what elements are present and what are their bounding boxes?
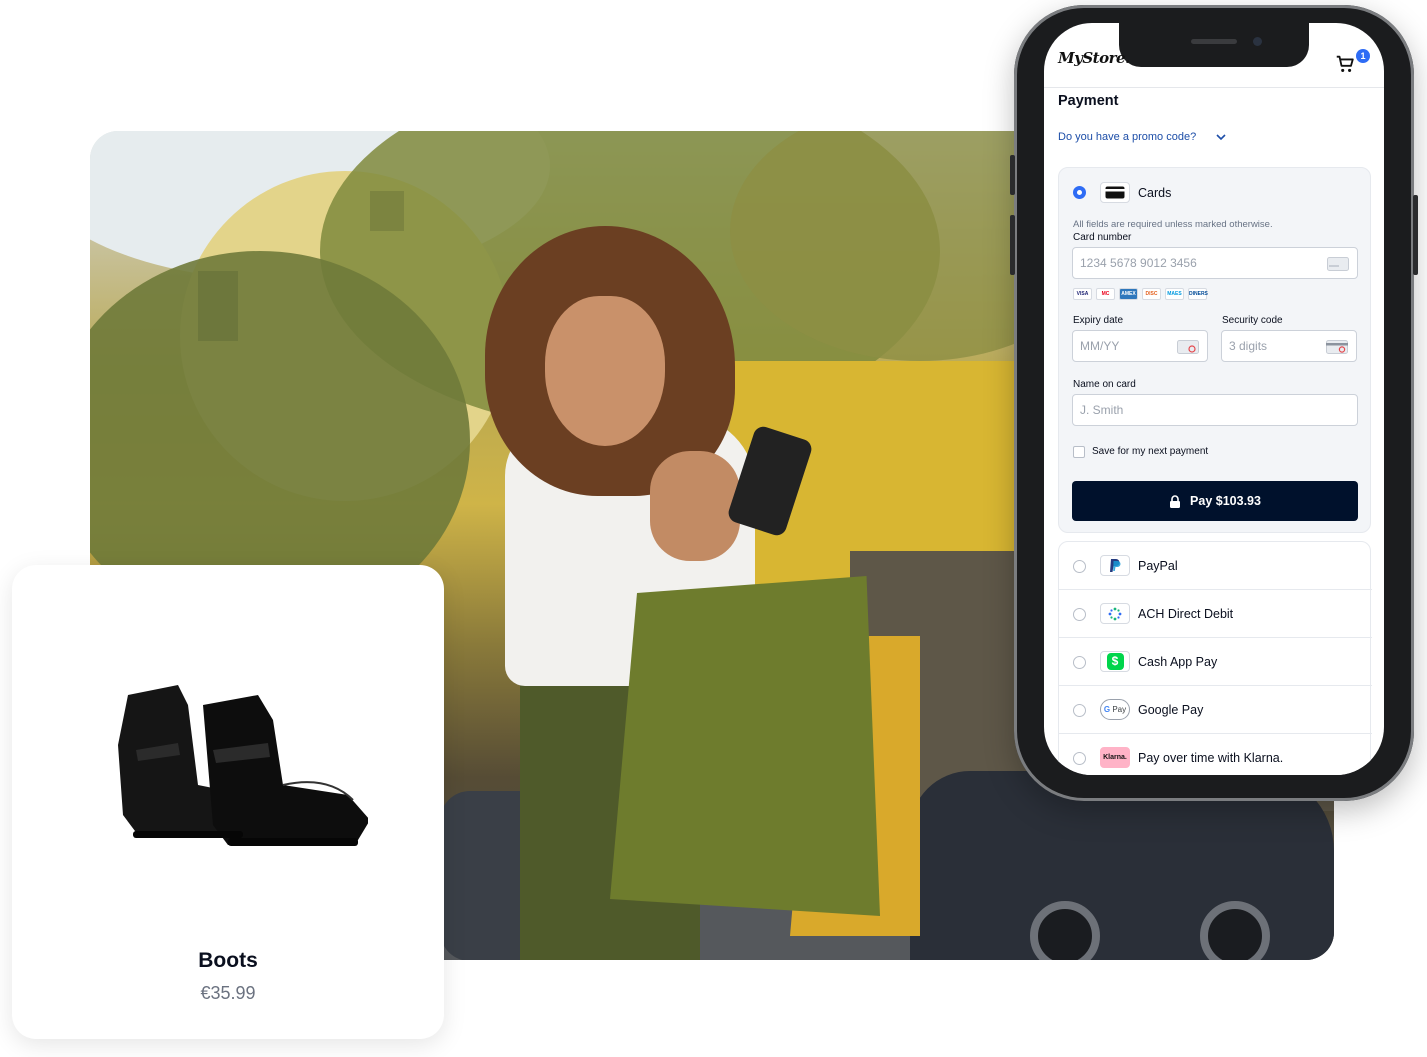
pay-button[interactable]: Pay $103.93 [1072,481,1358,521]
phone-side-button [1010,155,1015,195]
phone-camera [1253,37,1262,46]
phone-screen: MyStore. 1 Payment Do you have a promo c… [1044,23,1384,775]
phone-side-button [1413,195,1418,275]
cash-app-radio[interactable] [1073,656,1086,669]
phone-mockup: MyStore. 1 Payment Do you have a promo c… [1010,5,1418,801]
phone-notch [1119,23,1309,67]
security-code-placeholder: 3 digits [1229,339,1268,353]
expiry-label: Expiry date [1073,315,1124,326]
mastercard-icon: MC [1096,288,1115,300]
klarna-label: Pay over time with Klarna. [1138,751,1284,765]
card-placeholder-icon [1327,257,1349,271]
product-card[interactable]: Boots €35.99 [12,565,444,1039]
google-pay-radio[interactable] [1073,704,1086,717]
visa-icon: VISA [1073,288,1092,300]
phone-speaker [1191,39,1237,44]
promo-code-link[interactable]: Do you have a promo code? [1058,131,1196,143]
cart-count-badge: 1 [1356,49,1370,63]
maestro-icon: MAES [1165,288,1184,300]
google-pay-icon: G Pay [1100,699,1130,720]
security-code-label: Security code [1222,315,1283,326]
credit-card-icon [1100,182,1130,203]
payment-method-google-pay[interactable]: G Pay Google Pay [1059,686,1372,734]
store-logo[interactable]: MyStore. [1058,49,1130,67]
discover-icon: DISC [1142,288,1161,300]
payment-method-klarna[interactable]: Klarna. Pay over time with Klarna. [1059,734,1372,775]
paypal-icon [1100,555,1130,576]
ach-label: ACH Direct Debit [1138,607,1234,621]
paypal-label: PayPal [1138,559,1178,573]
expiry-placeholder: MM/YY [1080,339,1120,353]
save-payment-checkbox[interactable] [1073,446,1085,458]
save-payment-label[interactable]: Save for my next payment [1092,446,1208,457]
lock-icon [1170,494,1181,508]
woman-face [545,296,665,446]
name-on-card-label: Name on card [1073,379,1136,390]
cards-radio[interactable] [1073,186,1086,199]
card-cvc-icon [1326,340,1348,354]
cash-app-icon: $ [1100,651,1130,672]
product-name: Boots [198,949,258,972]
ach-radio[interactable] [1073,608,1086,621]
payment-method-paypal[interactable]: PayPal [1059,542,1372,590]
card-number-label: Card number [1073,232,1132,243]
ach-icon [1100,603,1130,624]
boots-image [118,685,368,846]
google-pay-label: Google Pay [1138,703,1204,717]
payment-method-cash-app[interactable]: $ Cash App Pay [1059,638,1372,686]
payment-method-ach[interactable]: ACH Direct Debit [1059,590,1372,638]
cards-label: Cards [1138,186,1172,200]
diners-icon: DINERS [1188,288,1208,300]
card-number-placeholder: 1234 5678 9012 3456 [1080,256,1197,270]
page-title: Payment [1058,93,1119,109]
pay-button-label: Pay $103.93 [1190,494,1261,508]
chevron-down-icon[interactable] [1214,130,1228,144]
phone-side-button [1010,215,1015,275]
cart-icon[interactable] [1334,53,1356,75]
card-number-input[interactable]: 1234 5678 9012 3456 [1072,247,1358,279]
product-price: €35.99 [200,983,256,1003]
name-on-card-placeholder: J. Smith [1080,403,1124,417]
card-brands: VISA MC AMEX DISC MAES DINERS [1073,288,1208,300]
klarna-radio[interactable] [1073,752,1086,765]
header-divider [1044,87,1384,88]
card-expiry-icon [1177,340,1199,354]
paypal-radio[interactable] [1073,560,1086,573]
klarna-icon: Klarna. [1100,747,1130,768]
expiry-input[interactable]: MM/YY [1072,330,1208,362]
cards-payment-section: Cards All fields are required unless mar… [1058,167,1371,533]
security-code-input[interactable]: 3 digits [1221,330,1357,362]
required-fields-hint: All fields are required unless marked ot… [1073,219,1273,230]
name-on-card-input[interactable]: J. Smith [1072,394,1358,426]
shopping-bag-green [610,576,880,916]
amex-icon: AMEX [1119,288,1138,300]
cash-app-label: Cash App Pay [1138,655,1218,669]
payment-methods-list: PayPal ACH Direct Debit $ Cash App Pay G… [1058,541,1372,775]
woman-arm [650,451,740,561]
